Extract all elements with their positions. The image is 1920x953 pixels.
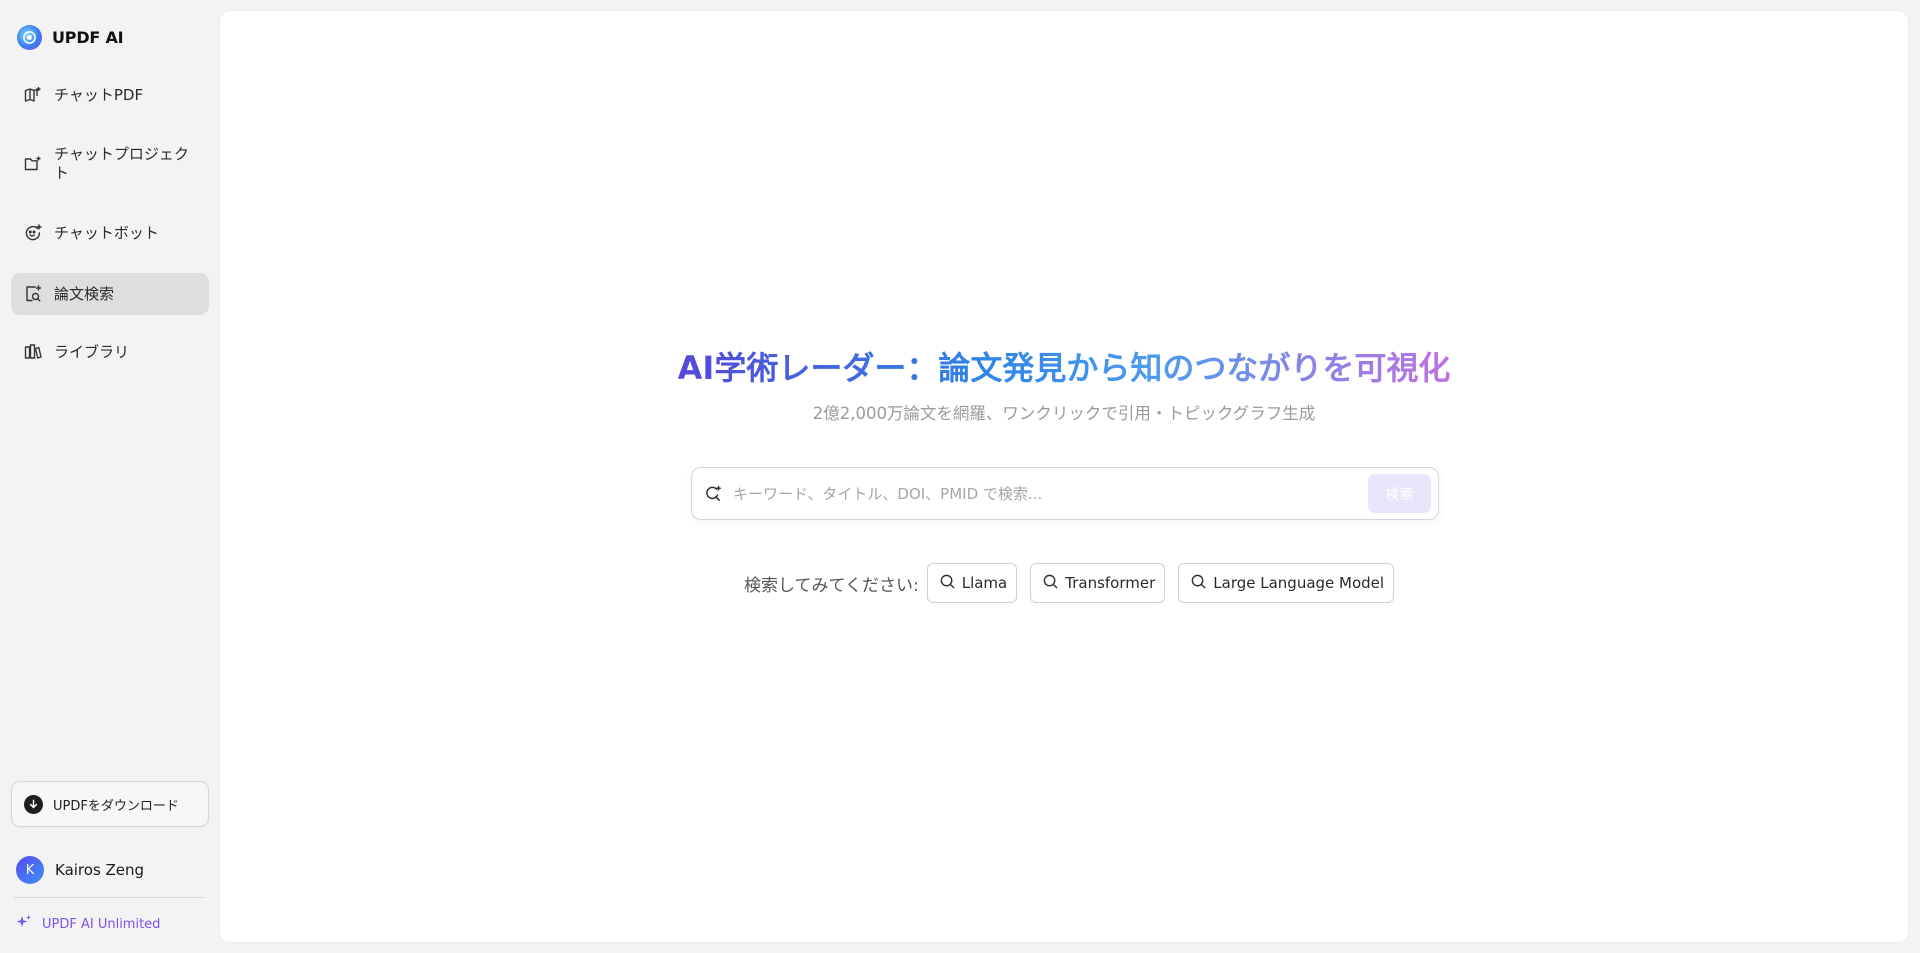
- sparkle-icon: [16, 914, 32, 934]
- app-name: UPDF AI: [52, 27, 124, 47]
- chip-label: Large Language Model: [1213, 574, 1385, 592]
- folder-icon: [23, 154, 43, 174]
- sidebar-item-library[interactable]: ライブラリ: [11, 335, 209, 369]
- sidebar-item-label: チャットボット: [54, 223, 159, 242]
- search-suggestions: 検索してみてください: Llama Transformer Large Lang…: [744, 563, 1407, 603]
- sidebar-item-label: チャットプロジェクト: [54, 145, 189, 182]
- suggestion-chip-llama[interactable]: Llama: [926, 563, 1018, 603]
- doc-search-icon: [23, 284, 43, 304]
- chip-label: Llama: [961, 574, 1008, 592]
- sidebar-divider: [14, 897, 205, 898]
- book-icon: [23, 85, 43, 105]
- user-profile[interactable]: K Kairos Zeng: [16, 856, 144, 884]
- sidebar-item-chat-pdf[interactable]: チャットPDF: [11, 78, 209, 112]
- suggestion-chip-large-language-model[interactable]: Large Language Model: [1178, 563, 1395, 603]
- plan-label: UPDF AI Unlimited: [42, 916, 161, 932]
- sidebar-item-chatbot[interactable]: チャットボット: [11, 216, 209, 250]
- sidebar-item-label: チャットPDF: [54, 85, 144, 104]
- search-button[interactable]: 検索: [1368, 474, 1431, 513]
- download-updf-button[interactable]: UPDFをダウンロード: [11, 781, 209, 827]
- sidebar: UPDF AI チャットPDF チャットプロジェクト チャットボット 論文検索 …: [0, 0, 219, 953]
- brand[interactable]: UPDF AI: [17, 24, 124, 50]
- chip-label: Transformer: [1065, 574, 1156, 592]
- bot-icon: [23, 223, 43, 243]
- library-icon: [23, 342, 43, 362]
- download-label: UPDFをダウンロード: [53, 798, 179, 814]
- main-panel: AI学術レーダー：論文発見から知のつながりを可視化 2億2,000万論文を網羅、…: [220, 11, 1908, 942]
- download-icon: [24, 794, 43, 814]
- search-icon: [1190, 573, 1207, 594]
- sidebar-item-label: 論文検索: [54, 284, 115, 303]
- sidebar-item-label: ライブラリ: [54, 342, 130, 361]
- ai-search-icon: [703, 484, 723, 504]
- updf-logo-icon: [17, 24, 42, 50]
- app-root: UPDF AI チャットPDF チャットプロジェクト チャットボット 論文検索 …: [0, 0, 1920, 953]
- page-title: AI学術レーダー：論文発見から知のつながりを可視化: [677, 349, 1451, 387]
- search-bar: 検索: [691, 467, 1439, 520]
- plan-link[interactable]: UPDF AI Unlimited: [16, 914, 160, 934]
- page-subtitle: 2億2,000万論文を網羅、ワンクリックで引用・トピックグラフ生成: [812, 404, 1316, 423]
- sidebar-item-paper-search[interactable]: 論文検索: [11, 273, 209, 315]
- sidebar-item-chat-project[interactable]: チャットプロジェクト: [11, 142, 209, 186]
- user-name: Kairos Zeng: [55, 861, 145, 879]
- suggestion-chip-transformer[interactable]: Transformer: [1030, 563, 1166, 603]
- search-icon: [1042, 573, 1059, 594]
- avatar: K: [16, 856, 44, 884]
- search-input[interactable]: [733, 484, 1368, 503]
- search-icon: [939, 573, 956, 594]
- suggestions-label: 検索してみてください:: [744, 575, 919, 596]
